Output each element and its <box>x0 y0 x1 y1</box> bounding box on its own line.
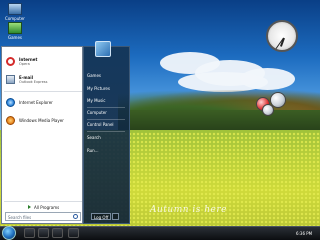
desktop-icon-label: Games <box>8 35 22 40</box>
taskbar-clock[interactable]: 6:36 PM <box>296 231 312 236</box>
taskbar-button-desktop[interactable] <box>24 228 35 238</box>
logoff-label: Log Off <box>94 215 109 220</box>
places-divider <box>87 131 125 132</box>
desktop-icon-games[interactable]: Games <box>2 22 28 40</box>
link-run[interactable]: Run... <box>87 148 98 153</box>
opera-icon <box>6 57 15 66</box>
wallpaper-signature: Autumn is here <box>150 205 228 215</box>
arrow-right-icon <box>28 205 31 209</box>
clock-gadget[interactable] <box>266 20 298 52</box>
recent-item-title: Internet Explorer <box>19 100 53 105</box>
pinned-item-subtitle: Opera <box>19 62 30 66</box>
places-divider <box>87 119 125 120</box>
desktop-icon-label: Computer <box>5 16 25 21</box>
user-picture[interactable] <box>95 41 111 57</box>
start-menu-divider <box>4 201 82 202</box>
email-icon <box>6 75 15 84</box>
recent-item-internet-explorer[interactable]: Internet Explorer <box>4 96 82 110</box>
start-menu-programs-pane: Internet Opera E-mail Outlook Express In… <box>1 46 83 224</box>
taskbar-button-ie[interactable] <box>38 228 49 238</box>
link-computer[interactable]: Computer <box>87 110 107 115</box>
games-icon <box>8 22 22 34</box>
start-menu: Internet Opera E-mail Outlook Express In… <box>1 41 130 224</box>
ie-icon <box>6 98 15 107</box>
wallpaper-treeline <box>118 110 320 132</box>
search-icon[interactable] <box>73 214 78 219</box>
start-orb-button[interactable] <box>2 226 16 240</box>
desktop-icon-computer[interactable]: Computer <box>2 3 28 21</box>
link-games[interactable]: Games <box>87 73 101 78</box>
taskbar-button-app[interactable] <box>68 228 79 238</box>
start-search-input[interactable]: Search files <box>5 212 81 221</box>
pinned-item-email[interactable]: E-mail Outlook Express <box>4 73 82 87</box>
pinned-item-opera[interactable]: Internet Opera <box>4 55 82 69</box>
all-programs-label: All Programs <box>34 205 60 210</box>
link-my-pictures[interactable]: My Pictures <box>87 86 110 91</box>
recent-item-title: Windows Media Player <box>19 118 64 123</box>
wallpaper-cloud <box>178 72 268 92</box>
computer-icon <box>8 3 22 15</box>
search-placeholder: Search files <box>8 215 32 220</box>
pinned-item-subtitle: Outlook Express <box>19 80 48 84</box>
shutdown-options-button[interactable] <box>112 213 119 220</box>
recent-item-media-player[interactable]: Windows Media Player <box>4 114 82 128</box>
media-player-icon <box>6 116 15 125</box>
link-search[interactable]: Search <box>87 135 101 140</box>
link-my-music[interactable]: My Music <box>87 98 105 103</box>
places-divider <box>87 107 125 108</box>
link-control-panel[interactable]: Control Panel <box>87 122 114 127</box>
all-programs-button[interactable]: All Programs <box>4 203 82 211</box>
logoff-button[interactable]: Log Off <box>91 213 111 220</box>
start-menu-divider <box>4 91 82 92</box>
gadget-orb[interactable] <box>262 104 274 116</box>
taskbar-button-opera[interactable] <box>52 228 63 238</box>
